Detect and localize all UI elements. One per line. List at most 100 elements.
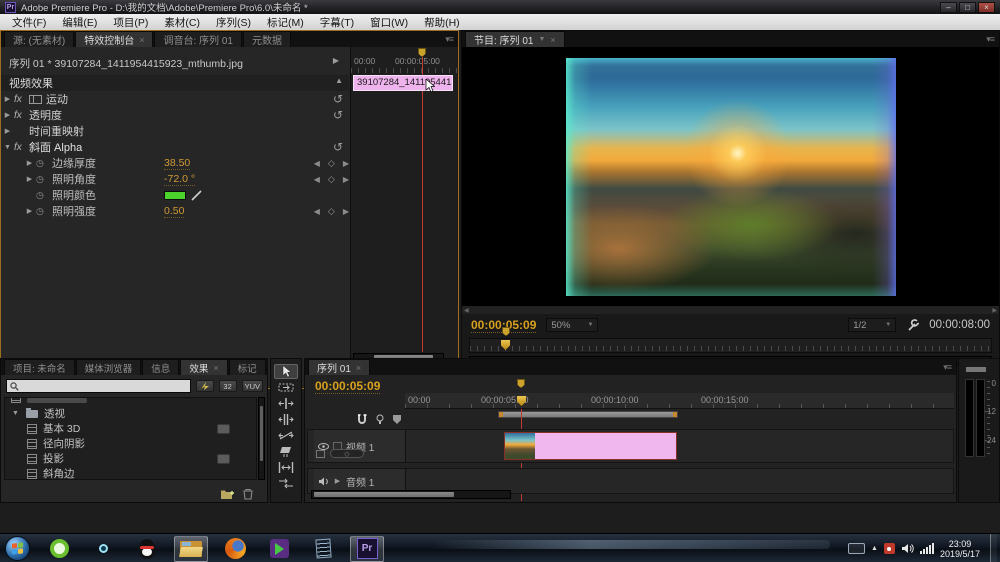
badge-yuv[interactable]: YUV	[242, 380, 263, 392]
taskbar-qq-icon[interactable]	[130, 536, 164, 562]
effect-row-opacity[interactable]: ▶ fx 透明度 ↺	[1, 107, 349, 123]
work-area-bar[interactable]	[498, 411, 678, 418]
expand-icon[interactable]: ▶	[1, 127, 14, 135]
new-bin-button[interactable]	[220, 489, 235, 500]
show-desktop-button[interactable]	[990, 534, 997, 562]
language-bar-icon[interactable]	[848, 543, 865, 554]
ripple-edit-tool[interactable]	[274, 396, 298, 411]
menu-help[interactable]: 帮助(H)	[416, 15, 468, 30]
badge-32bit[interactable]: 32	[219, 380, 237, 392]
rate-stretch-tool[interactable]	[274, 428, 298, 443]
accelerated-effects-badge[interactable]	[196, 380, 214, 392]
snap-magnet-icon[interactable]	[357, 414, 367, 425]
menu-file[interactable]: 文件(F)	[4, 15, 54, 30]
playback-resolution-select[interactable]: 1/2 ▼	[848, 318, 896, 332]
expand-icon[interactable]: ▶	[23, 159, 36, 167]
menu-title[interactable]: 字幕(T)	[312, 15, 362, 30]
close-button[interactable]: ×	[978, 2, 995, 13]
stopwatch-icon[interactable]: ◷	[36, 206, 52, 217]
fx-badge-icon[interactable]: fx	[14, 142, 29, 153]
stopwatch-icon[interactable]: ◷	[36, 174, 52, 185]
menu-window[interactable]: 窗口(W)	[362, 15, 416, 30]
taskbar-green-browser-icon[interactable]	[42, 536, 76, 562]
slide-tool[interactable]	[274, 476, 298, 491]
next-keyframe-button[interactable]: ▶	[343, 159, 349, 168]
set-display-style-icon[interactable]	[316, 450, 325, 458]
tree-item-radial-shadow[interactable]: 径向阴影	[5, 436, 256, 451]
expand-icon[interactable]: ▶	[333, 477, 342, 485]
add-keyframe-button[interactable]: ◇	[328, 206, 335, 217]
effect-row-time-remap[interactable]: ▶ 时间重映射	[1, 123, 349, 139]
tray-clock[interactable]: 23:09 2019/5/17	[940, 539, 984, 559]
tab-media-browser[interactable]: 媒体浏览器	[76, 359, 142, 375]
tree-item-bevel-edges[interactable]: 斜角边	[5, 466, 256, 480]
tab-info[interactable]: 信息	[142, 359, 179, 375]
expand-icon[interactable]: ▶	[23, 207, 36, 215]
add-keyframe-button[interactable]: ◇	[328, 174, 335, 185]
monitor-mini-timeline[interactable]	[469, 338, 992, 353]
tree-vertical-scrollbar[interactable]	[258, 397, 265, 480]
slip-tool[interactable]	[274, 460, 298, 475]
timeline-view-toggle-icon[interactable]: ▶	[333, 56, 339, 65]
effects-search-box[interactable]	[6, 379, 191, 393]
timeline-timecode[interactable]: 00:00:05:09	[315, 379, 380, 394]
tab-program-monitor[interactable]: 节目: 序列 01 ▼ ×	[465, 31, 565, 47]
speaker-icon[interactable]	[318, 477, 329, 486]
volume-icon[interactable]	[901, 543, 914, 554]
effect-row-bevel-alpha[interactable]: ▼ fx 斜面 Alpha ↺	[1, 139, 349, 155]
tree-item-drop-shadow[interactable]: 投影	[5, 451, 256, 466]
expand-icon[interactable]: ▶	[23, 175, 36, 183]
tab-close-icon[interactable]: ×	[139, 35, 144, 45]
timeline-clip[interactable]	[504, 432, 677, 460]
tab-effect-controls[interactable]: 特效控制台 ×	[75, 31, 153, 47]
tree-folder-perspective[interactable]: ▼ 透视	[5, 406, 256, 421]
light-intensity-value[interactable]: 0.50	[164, 205, 184, 218]
fx-badge-icon[interactable]: fx	[14, 110, 29, 121]
menu-project[interactable]: 项目(P)	[105, 15, 156, 30]
tab-close-icon[interactable]: ×	[550, 35, 555, 45]
rolling-edit-tool[interactable]	[274, 412, 298, 427]
scrollbar-thumb[interactable]	[314, 492, 454, 497]
taskbar-premiere-icon[interactable]: Pr	[350, 536, 384, 562]
network-signal-icon[interactable]	[920, 543, 934, 554]
next-keyframe-button[interactable]: ▶	[343, 175, 349, 184]
scroll-left-icon[interactable]: ◀	[464, 307, 469, 314]
search-input[interactable]	[22, 381, 187, 392]
tree-row-clipped[interactable]	[5, 398, 256, 406]
stopwatch-icon[interactable]: ◷	[36, 190, 52, 201]
tab-project[interactable]: 项目: 未命名	[4, 359, 75, 375]
tree-item-basic-3d[interactable]: 基本 3D	[5, 421, 256, 436]
reset-effect-icon[interactable]: ↺	[333, 140, 343, 154]
panel-menu-icon[interactable]: ▾≡	[440, 34, 458, 45]
tab-close-icon[interactable]: ×	[213, 363, 218, 373]
lane-playhead-line[interactable]	[422, 57, 423, 352]
delete-trash-button[interactable]	[243, 488, 253, 500]
stopwatch-icon[interactable]: ◷	[36, 158, 52, 169]
effect-row-motion[interactable]: ▶ fx 运动 ↺	[1, 91, 349, 107]
tab-markers[interactable]: 标记	[229, 359, 266, 375]
light-angle-value[interactable]: -72.0 °	[164, 173, 195, 186]
menu-marker[interactable]: 标记(M)	[259, 15, 312, 30]
sequence-marker-icon[interactable]	[376, 414, 384, 425]
panel-menu-icon[interactable]: ▾≡	[938, 362, 956, 373]
minimize-button[interactable]: –	[940, 2, 957, 13]
light-color-swatch[interactable]	[164, 191, 186, 200]
timeline-ruler[interactable]: 00:00 00:00:05:00 00:00:10:00 00:00:15:0…	[405, 393, 954, 409]
reset-effect-icon[interactable]: ↺	[333, 92, 343, 106]
lane-clip-bar[interactable]: 39107284_1411954415923_	[353, 75, 453, 91]
tab-metadata[interactable]: 元数据	[243, 31, 291, 47]
keyframe-lane[interactable]: 00:00 00:00:05:00 39107284_1411954415923…	[350, 47, 458, 388]
start-button[interactable]	[5, 536, 30, 561]
tab-close-icon[interactable]: ×	[356, 363, 361, 373]
tab-source-monitor[interactable]: 源: (无素材)	[4, 31, 74, 47]
menu-sequence[interactable]: 序列(S)	[208, 15, 259, 30]
reset-effect-icon[interactable]: ↺	[333, 108, 343, 122]
antivirus-tray-icon[interactable]	[884, 543, 895, 554]
marker-shield-icon[interactable]	[393, 415, 401, 424]
tray-expand-chevron-icon[interactable]: ▲	[871, 545, 878, 552]
tab-audio-mixer[interactable]: 调音台: 序列 01	[154, 31, 241, 47]
collapse-section-icon[interactable]: ▲	[335, 76, 343, 85]
edge-thickness-value[interactable]: 38.50	[164, 157, 190, 170]
selection-tool[interactable]	[274, 364, 298, 379]
menu-clip[interactable]: 素材(C)	[156, 15, 208, 30]
